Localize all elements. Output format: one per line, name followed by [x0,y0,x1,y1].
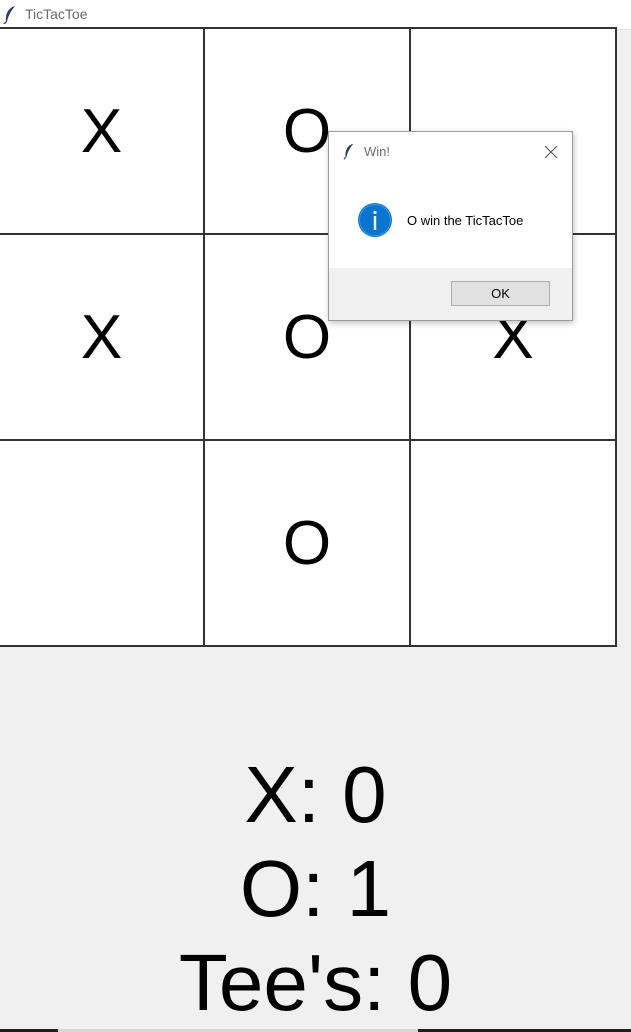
feather-icon [343,142,355,165]
board-cell-9[interactable] [409,439,617,647]
board-cell-1[interactable]: X [0,27,205,235]
score-panel: X: 0 O: 1 Tee's: 0 [0,748,631,1030]
window-titlebar: TicTacToe [0,0,631,30]
board-cell-8[interactable]: O [203,439,411,647]
score-x: X: 0 [244,750,387,839]
win-dialog: Win! O win the TicTacToe OK [328,131,573,321]
score-o: O: 1 [239,844,392,933]
game-board: X O X O X O [0,27,617,647]
info-icon [357,202,393,238]
dialog-titlebar: Win! [329,132,572,170]
board-cell-7[interactable] [0,439,205,647]
dialog-title: Win! [364,144,390,159]
board-cell-4[interactable]: X [0,233,205,441]
ok-button[interactable]: OK [451,281,550,306]
dialog-message: O win the TicTacToe [407,213,524,228]
feather-icon [3,5,17,29]
window-title: TicTacToe [25,6,88,22]
close-icon[interactable] [537,140,565,164]
score-tees: Tee's: 0 [178,938,453,1027]
